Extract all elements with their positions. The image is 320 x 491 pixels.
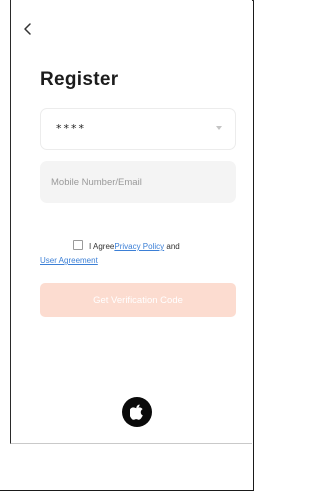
page-title: Register (40, 69, 119, 90)
agreement-row-2: User Agreement (40, 256, 98, 265)
privacy-policy-link[interactable]: Privacy Policy (114, 242, 164, 251)
region-select-value: **** (56, 122, 86, 135)
agreement-connector: and (164, 242, 180, 251)
agreement-checkbox[interactable] (73, 240, 83, 250)
apple-signin-button[interactable] (122, 397, 152, 427)
apple-logo-icon (130, 404, 143, 420)
agreement-prefix: I Agree (89, 242, 115, 251)
caret-down-icon (216, 126, 222, 130)
agreement-row: I AgreePrivacy Policy and (73, 237, 243, 256)
user-agreement-link[interactable]: User Agreement (40, 256, 98, 265)
get-verification-code-button[interactable]: Get Verification Code (40, 283, 236, 317)
register-screen: Register **** I AgreePrivacy Policy and … (10, 0, 252, 444)
back-button[interactable] (23, 22, 37, 40)
region-select[interactable]: **** (40, 108, 236, 150)
chevron-left-icon (24, 23, 31, 35)
account-input[interactable] (40, 161, 236, 203)
